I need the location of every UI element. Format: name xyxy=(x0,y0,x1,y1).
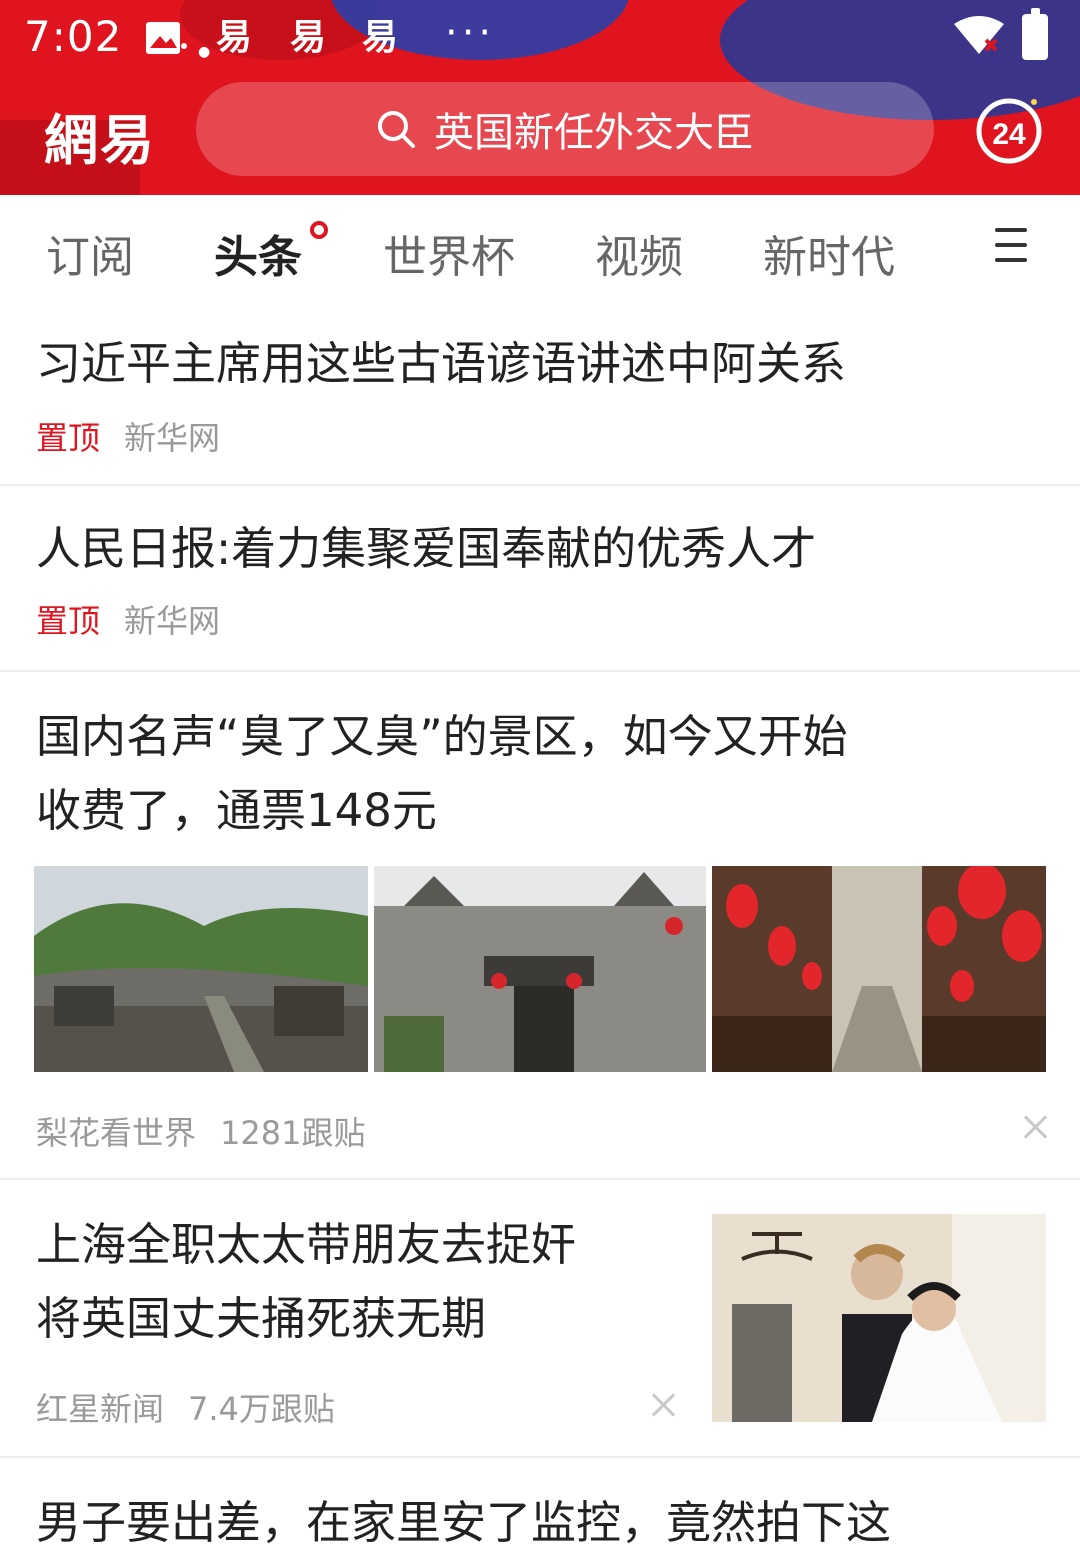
news-thumbnail-image[interactable] xyxy=(374,866,706,1072)
comment-count: 1281跟贴 xyxy=(220,1114,366,1152)
search-bar[interactable]: 英国新任外交大臣 xyxy=(196,82,934,176)
news-title-line[interactable]: 将英国丈夫捅死获无期 xyxy=(36,1282,486,1356)
gallery-icon xyxy=(146,22,187,54)
news-title-line[interactable]: 收费了，通票148元 xyxy=(36,774,437,848)
more-notifications-icon: ··· xyxy=(445,10,496,56)
wifi-icon xyxy=(954,16,1004,54)
netease-icon: 易 xyxy=(290,17,327,58)
search-placeholder: 英国新任外交大臣 xyxy=(434,110,754,156)
status-time: 7:02 xyxy=(24,12,123,61)
news-24h-button[interactable]: 24 xyxy=(972,92,1046,166)
news-meta: 红星新闻 7.4万跟贴 xyxy=(36,1384,335,1430)
comment-count: 7.4万跟贴 xyxy=(188,1390,335,1428)
tab-subscribe[interactable]: 订阅 xyxy=(46,221,134,285)
tab-headlines[interactable]: 头条 xyxy=(214,221,302,285)
news-item[interactable]: 上海全职太太带朋友去捉奸 将英国丈夫捅死获无期 红星新闻 7.4万跟贴 xyxy=(0,1180,1080,1456)
news-meta: 置顶 新华网 xyxy=(36,596,244,642)
tab-video[interactable]: 视频 xyxy=(595,221,683,285)
news-source: 新华网 xyxy=(124,602,221,640)
new-dot-indicator xyxy=(310,221,328,239)
netease-icon: 易 xyxy=(216,17,253,58)
app-header: 7:02 ● 易 易 易 ··· 網易 英国新任外交大臣 24 xyxy=(0,0,1080,195)
dismiss-icon[interactable] xyxy=(650,1392,676,1418)
tab-new-era[interactable]: 新时代 xyxy=(763,221,895,285)
news-source: 梨花看世界 xyxy=(36,1114,197,1152)
news-item[interactable]: 国内名声“臭了又臭”的景区，如今又开始 收费了，通票148元 梨花看世界 128… xyxy=(0,672,1080,1178)
status-bar: 7:02 ● 易 易 易 ··· xyxy=(0,0,1080,76)
news-thumbnail-image[interactable] xyxy=(712,1214,1046,1422)
search-icon xyxy=(378,111,415,148)
dot-icon: ● xyxy=(198,44,211,60)
tab-world-cup[interactable]: 世界杯 xyxy=(383,221,515,285)
badge-24-label: 24 xyxy=(992,118,1026,151)
news-thumbnail-image[interactable] xyxy=(712,866,1046,1072)
news-item[interactable]: 人民日报:着力集聚爱国奉献的优秀人才 置顶 新华网 xyxy=(0,486,1080,670)
pinned-tag: 置顶 xyxy=(36,419,101,457)
netease-icon: 易 xyxy=(362,17,399,58)
news-title[interactable]: 人民日报:着力集聚爱国奉献的优秀人才 xyxy=(36,512,816,586)
news-item[interactable]: 男子要出差，在家里安了监控，竟然拍下这 xyxy=(0,1458,1080,1568)
battery-icon xyxy=(1022,8,1048,60)
news-item[interactable]: 习近平主席用这些古语谚语讲述中阿关系 置顶 新华网 xyxy=(0,305,1080,485)
netease-logo: 網易 xyxy=(44,108,156,172)
dismiss-icon[interactable] xyxy=(1022,1114,1048,1140)
news-source: 新华网 xyxy=(124,419,221,457)
pinned-tag: 置顶 xyxy=(36,602,101,640)
channel-tabs: 订阅 头条 世界杯 视频 新时代 xyxy=(0,195,1080,305)
news-title[interactable]: 男子要出差，在家里安了监控，竟然拍下这 xyxy=(36,1486,891,1560)
news-source: 红星新闻 xyxy=(36,1390,165,1428)
news-title[interactable]: 习近平主席用这些古语谚语讲述中阿关系 xyxy=(36,327,846,401)
news-title-line[interactable]: 国内名声“臭了又臭”的景区，如今又开始 xyxy=(36,700,848,774)
news-title-line[interactable]: 上海全职太太带朋友去捉奸 xyxy=(36,1208,576,1282)
news-meta: 置顶 新华网 xyxy=(36,413,244,459)
news-thumbnail-image[interactable] xyxy=(34,866,368,1072)
channel-menu-icon[interactable] xyxy=(995,228,1027,262)
news-meta: 梨花看世界 1281跟贴 xyxy=(36,1108,365,1154)
